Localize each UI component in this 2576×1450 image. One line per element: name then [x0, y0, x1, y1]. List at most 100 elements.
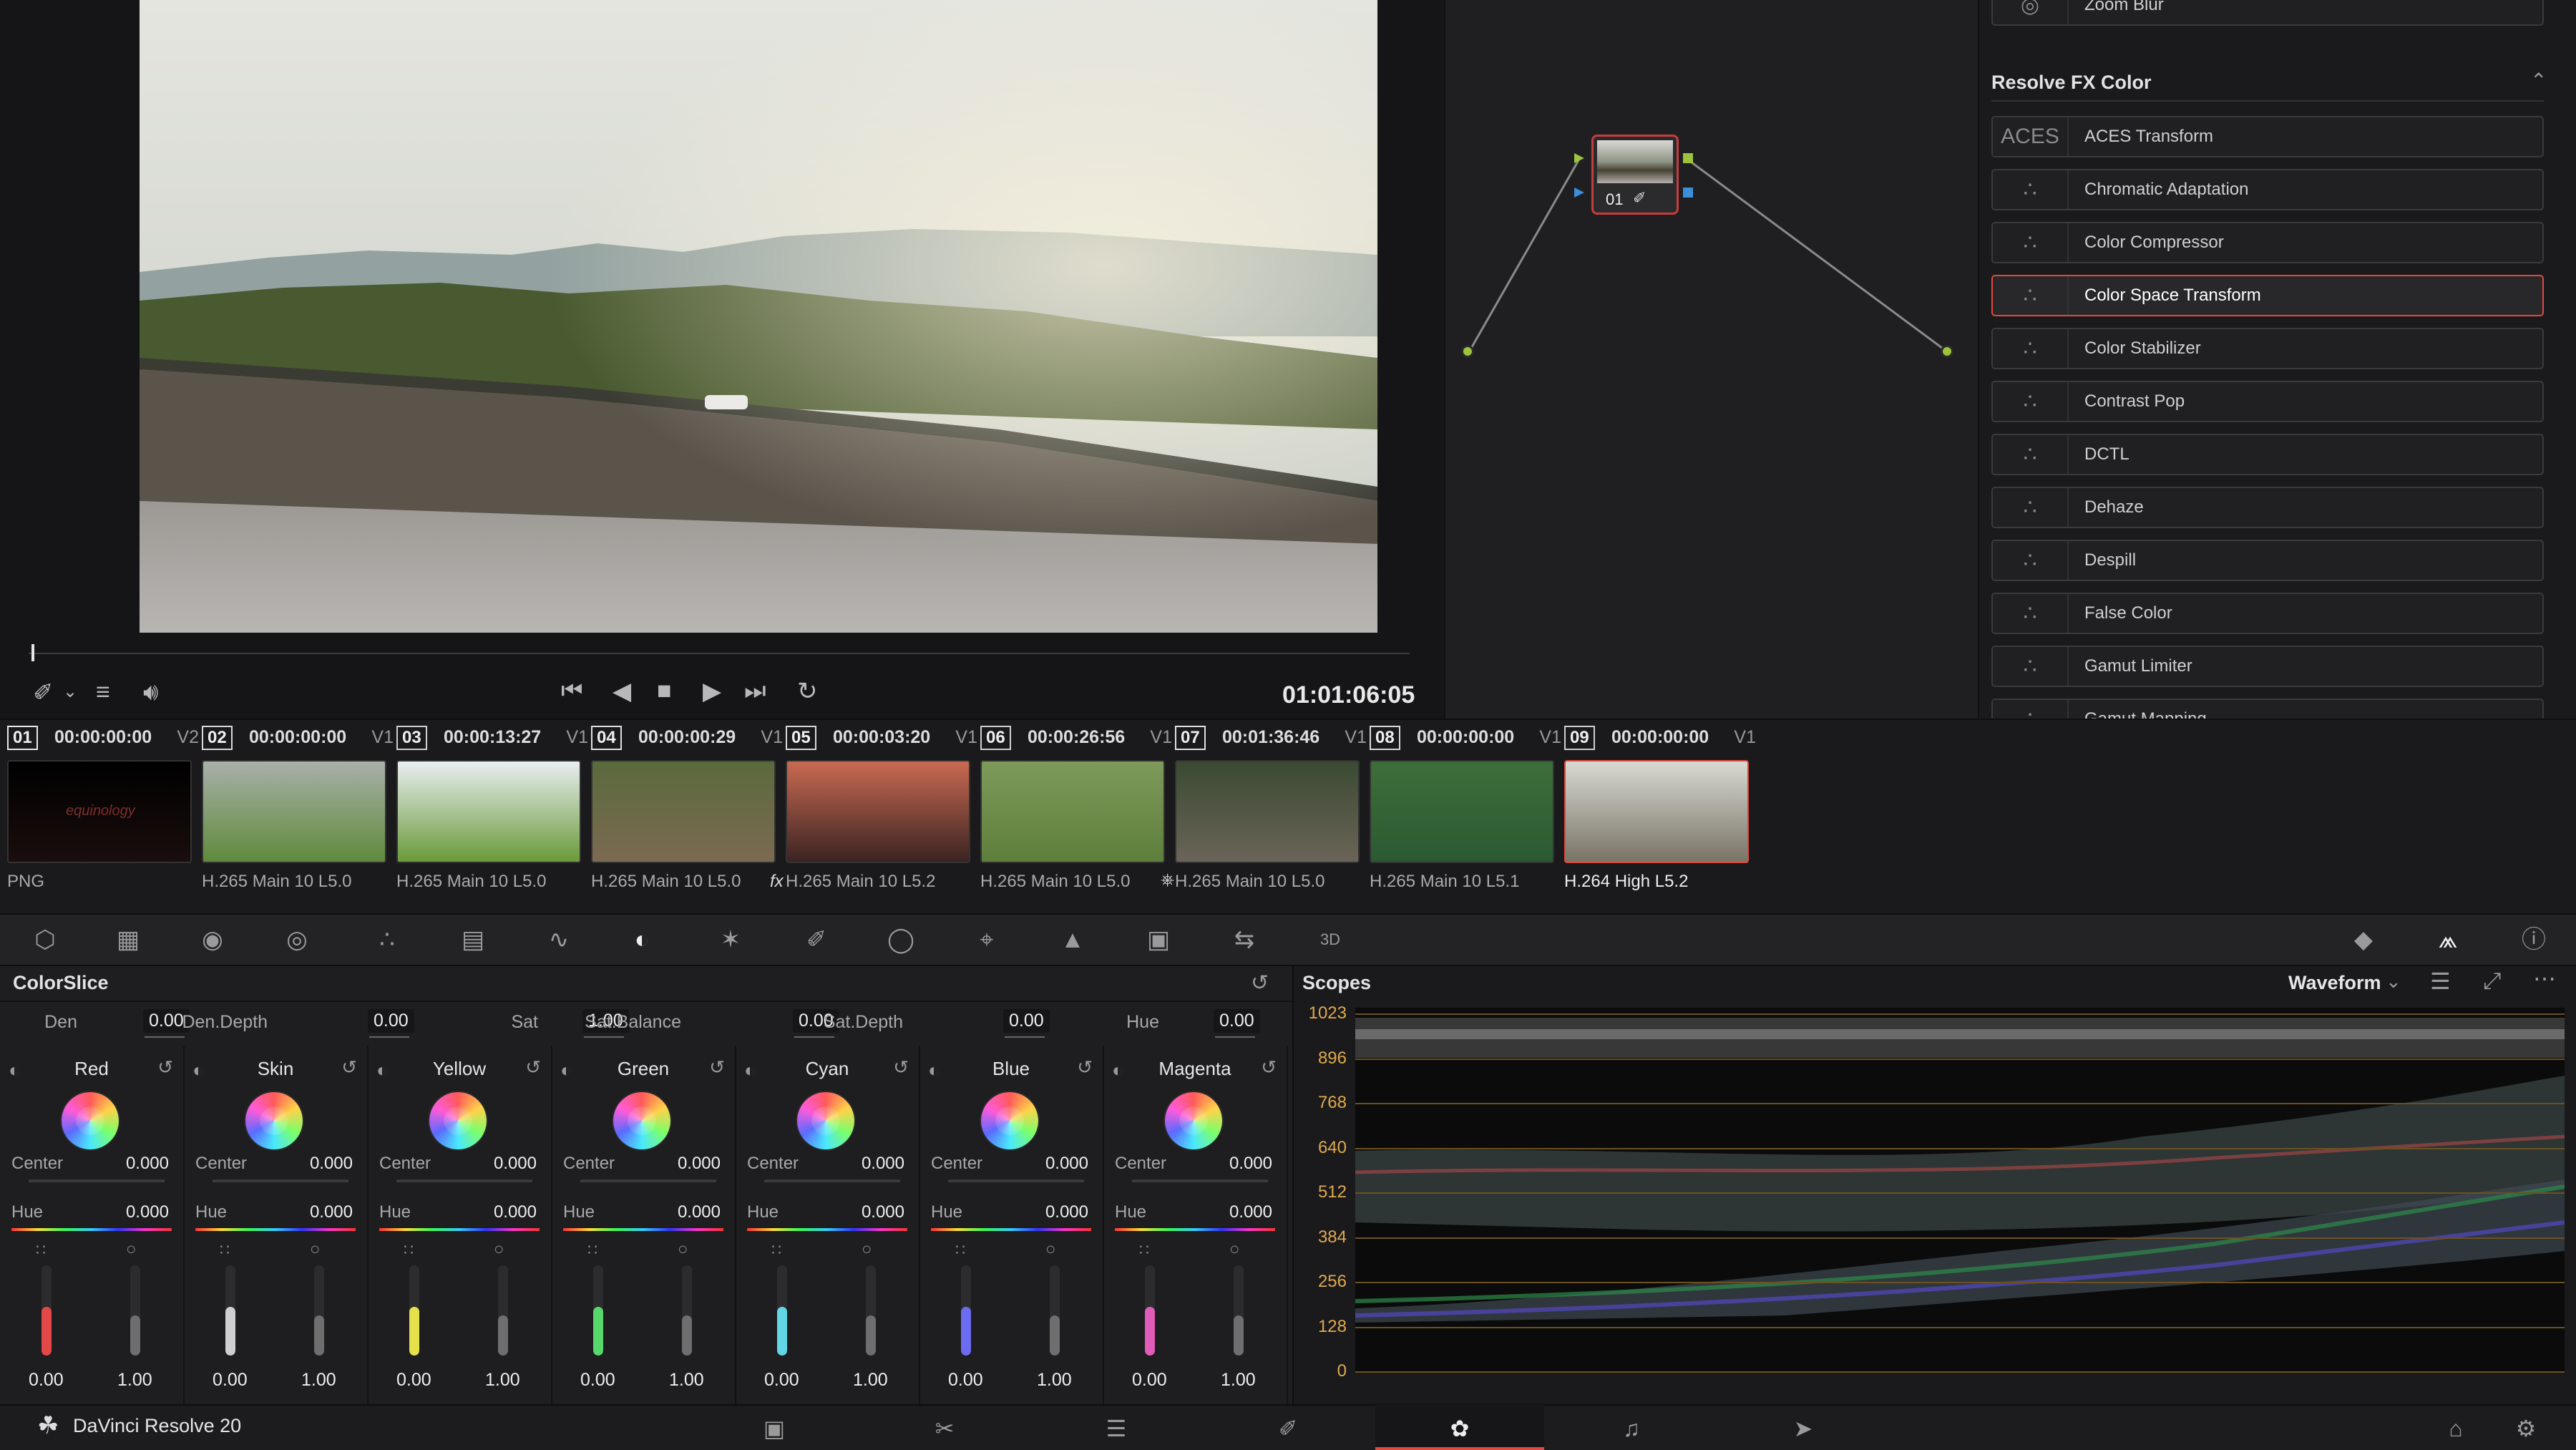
- hue-slider[interactable]: [1115, 1228, 1275, 1231]
- high-slider[interactable]: [866, 1265, 876, 1356]
- reset-icon[interactable]: ↺: [341, 1056, 357, 1079]
- vector-wheel[interactable]: [429, 1092, 487, 1149]
- fx-item[interactable]: ∴ Color Compressor: [1991, 222, 2544, 263]
- viewer-scrubber[interactable]: [29, 653, 1410, 654]
- clip-thumbnail[interactable]: [396, 760, 581, 863]
- clip-thumbnail[interactable]: equinology: [7, 760, 192, 863]
- low-value[interactable]: 0.00: [948, 1370, 983, 1391]
- scopes-icon[interactable]: ⩕: [2431, 923, 2464, 956]
- info-icon[interactable]: ⓘ: [2517, 923, 2550, 956]
- hue-value[interactable]: 0.000: [678, 1202, 721, 1222]
- reset-icon[interactable]: ↺: [157, 1056, 173, 1079]
- low-value[interactable]: 0.00: [29, 1370, 64, 1391]
- clip-item[interactable]: 04 00:00:00:29 V1 H.265 Main 10 L5.0: [591, 726, 786, 895]
- high-value[interactable]: 1.00: [1221, 1370, 1256, 1391]
- center-value[interactable]: 0.000: [494, 1154, 537, 1174]
- hdr-icon[interactable]: ◎: [280, 923, 313, 956]
- clip-thumbnail[interactable]: [1370, 760, 1554, 863]
- hue-value[interactable]: 0.000: [1045, 1202, 1088, 1222]
- center-value[interactable]: 0.000: [862, 1154, 904, 1174]
- hue-value[interactable]: 0.000: [126, 1202, 169, 1222]
- high-slider[interactable]: [1050, 1265, 1060, 1356]
- high-value[interactable]: 1.00: [117, 1370, 152, 1391]
- window-icon[interactable]: ◯: [884, 923, 917, 956]
- expand-icon[interactable]: ⤢: [2483, 968, 2502, 995]
- clip-item[interactable]: 03 00:00:13:27 V1 H.265 Main 10 L5.0: [396, 726, 591, 895]
- param-slider[interactable]: [584, 1036, 624, 1038]
- layers-icon[interactable]: ≡: [96, 678, 110, 706]
- clip-thumbnail[interactable]: [1564, 760, 1749, 863]
- fx-item[interactable]: ∴ Contrast Pop: [1991, 381, 2544, 422]
- color-page-icon[interactable]: ✿: [1444, 1414, 1475, 1443]
- center-slider[interactable]: [1132, 1179, 1268, 1182]
- node-key-output[interactable]: [1683, 188, 1693, 198]
- reset-icon[interactable]: ↺: [1261, 1056, 1277, 1079]
- settings-gear-icon[interactable]: ⚙: [2510, 1414, 2542, 1443]
- output-dot[interactable]: [1941, 345, 1953, 358]
- rgb-mixer-icon[interactable]: ∴: [371, 923, 404, 956]
- param-slider[interactable]: [369, 1036, 409, 1038]
- keyframes-icon[interactable]: ◆: [2347, 923, 2380, 956]
- volume-icon[interactable]: 🔊︎: [143, 678, 158, 706]
- hue-value[interactable]: 0.000: [310, 1202, 353, 1222]
- chevron-down-icon[interactable]: ⌄: [63, 681, 77, 702]
- hue-slider[interactable]: [931, 1228, 1091, 1231]
- key-icon[interactable]: ⇆: [1228, 923, 1261, 956]
- low-slider[interactable]: [225, 1265, 235, 1356]
- blur-icon[interactable]: ▣: [1142, 923, 1175, 956]
- scope-mode-select[interactable]: Waveform: [2288, 972, 2381, 994]
- curves-icon[interactable]: ∿: [542, 923, 575, 956]
- skip-forward-icon[interactable]: ⏭: [744, 677, 766, 705]
- tracker-icon[interactable]: ⌖: [970, 923, 1003, 956]
- clip-item[interactable]: 02 00:00:00:00 V1 H.265 Main 10 L5.0: [202, 726, 396, 895]
- clip-thumbnail[interactable]: [202, 760, 386, 863]
- low-slider[interactable]: [961, 1265, 971, 1356]
- high-slider[interactable]: [130, 1265, 140, 1356]
- low-value[interactable]: 0.00: [396, 1370, 431, 1391]
- high-slider[interactable]: [498, 1265, 508, 1356]
- magic-mask-icon[interactable]: ▲: [1056, 923, 1089, 956]
- hue-slider[interactable]: [11, 1228, 172, 1231]
- vector-wheel[interactable]: [245, 1092, 303, 1149]
- low-slider[interactable]: [42, 1265, 52, 1356]
- clip-thumbnail[interactable]: [786, 760, 970, 863]
- fairlight-page-icon[interactable]: ♫: [1616, 1414, 1647, 1443]
- center-slider[interactable]: [396, 1179, 532, 1182]
- stop-icon[interactable]: ■: [657, 677, 672, 705]
- high-value[interactable]: 1.00: [1037, 1370, 1072, 1391]
- center-slider[interactable]: [29, 1179, 165, 1182]
- low-slider[interactable]: [593, 1265, 603, 1356]
- deliver-page-icon[interactable]: ➤: [1787, 1414, 1819, 1443]
- fx-item[interactable]: ∴ Gamut Limiter: [1991, 646, 2544, 687]
- fx-item[interactable]: ACES ACES Transform: [1991, 116, 2544, 157]
- param-slider[interactable]: [1005, 1036, 1045, 1038]
- clip-item[interactable]: 01 00:00:00:00 V2 equinology PNG: [7, 726, 202, 895]
- fx-item[interactable]: ∴ Despill: [1991, 540, 2544, 581]
- high-slider[interactable]: [314, 1265, 324, 1356]
- media-page-icon[interactable]: ▣: [758, 1414, 790, 1443]
- center-slider[interactable]: [580, 1179, 716, 1182]
- stereo-3d-icon[interactable]: 3D: [1314, 923, 1347, 956]
- high-value[interactable]: 1.00: [669, 1370, 704, 1391]
- fx-item[interactable]: ∴ DCTL: [1991, 434, 2544, 475]
- clip-thumbnail[interactable]: [1175, 760, 1360, 863]
- param-slider[interactable]: [794, 1036, 834, 1038]
- hue-slider[interactable]: [563, 1228, 723, 1231]
- color-warper-icon[interactable]: ✶: [714, 923, 747, 956]
- loop-icon[interactable]: ↻: [797, 677, 818, 706]
- more-options-icon[interactable]: ⋯: [2533, 965, 2556, 992]
- source-input-dot[interactable]: [1461, 345, 1474, 358]
- fx-item[interactable]: ∴ Dehaze: [1991, 487, 2544, 528]
- node-rgb-output[interactable]: [1683, 153, 1693, 163]
- skip-back-icon[interactable]: ⏮: [561, 677, 583, 705]
- hue-slider[interactable]: [747, 1228, 907, 1231]
- center-value[interactable]: 0.000: [1229, 1154, 1272, 1174]
- param-value[interactable]: 0.00: [1214, 1009, 1260, 1033]
- colorslice-icon[interactable]: ◐: [625, 923, 658, 956]
- reset-icon[interactable]: ↺: [893, 1056, 909, 1079]
- clip-thumbnail[interactable]: [591, 760, 776, 863]
- clip-item[interactable]: 06 00:00:26:56 V1 H.265 Main 10 L5.0: [980, 726, 1175, 895]
- vector-wheel[interactable]: [1165, 1092, 1222, 1149]
- qualifier-icon[interactable]: ✐: [800, 923, 833, 956]
- low-value[interactable]: 0.00: [213, 1370, 248, 1391]
